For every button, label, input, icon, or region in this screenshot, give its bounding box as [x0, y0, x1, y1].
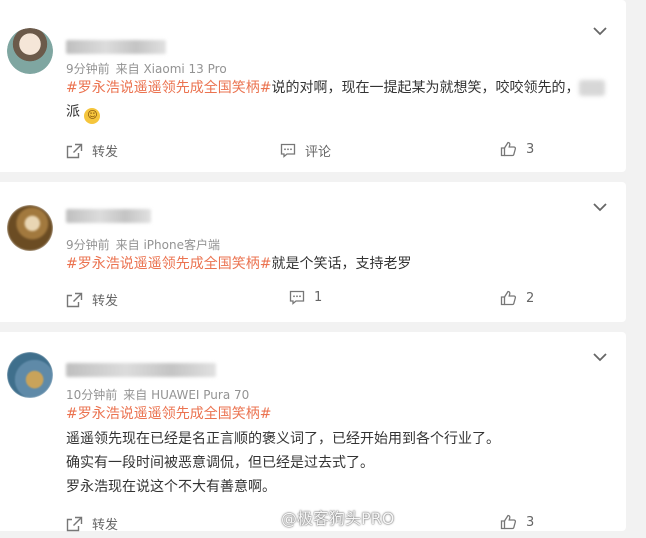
repost-button[interactable]: 转发 [66, 141, 118, 160]
post-meta: 10分钟前 来自 HUAWEI Pura 70 [66, 386, 249, 403]
weibo-logo-icon [258, 510, 276, 525]
chevron-down-icon[interactable] [592, 25, 608, 37]
like-button[interactable]: 3 [500, 141, 534, 157]
username[interactable] [66, 363, 216, 377]
share-icon [66, 143, 83, 158]
repost-label: 转发 [92, 145, 119, 160]
comment-button[interactable]: 评论 [280, 141, 331, 160]
like-count: 3 [526, 514, 535, 530]
post-time: 10分钟前 [66, 388, 118, 402]
post-text: 就是个笑话，支持老罗 [271, 256, 412, 272]
comment-count: 1 [314, 290, 323, 305]
action-bar: 转发 1 2 [0, 290, 626, 314]
share-icon [66, 516, 83, 531]
blurred-text [579, 80, 606, 96]
username[interactable] [66, 40, 166, 54]
repost-button[interactable]: 转发 [66, 290, 118, 309]
like-count: 3 [526, 141, 535, 157]
comment-icon [289, 290, 305, 305]
topic-link[interactable]: #罗永浩说遥遥领先成全国笑柄# [66, 80, 271, 96]
thumbs-up-icon [500, 290, 517, 306]
watermark-text: @极客狗头PRO [281, 509, 395, 528]
topic-link[interactable]: #罗永浩说遥遥领先成全国笑柄# [66, 256, 271, 272]
chevron-down-icon[interactable] [592, 201, 608, 213]
post-source: 来自 iPhone客户端 [115, 238, 220, 252]
comment-icon [280, 143, 296, 158]
thumbs-up-icon [500, 514, 517, 530]
comment-card: 10分钟前 来自 HUAWEI Pura 70 #罗永浩说遥遥领先成全国笑柄# 遥… [0, 332, 626, 533]
avatar[interactable] [7, 352, 53, 398]
repost-label: 转发 [92, 518, 119, 533]
post-meta: 9分钟前 来自 Xiaomi 13 Pro [66, 60, 227, 77]
comment-card: 9分钟前 来自 Xiaomi 13 Pro #罗永浩说遥遥领先成全国笑柄#说的对啊… [0, 0, 626, 172]
username[interactable] [66, 209, 151, 223]
post-source: 来自 HUAWEI Pura 70 [123, 388, 250, 402]
post-text-line2: 派 [66, 104, 80, 120]
like-button[interactable]: 3 [500, 514, 534, 530]
post-content: #罗永浩说遥遥领先成全国笑柄# 遥遥领先现在已经是名正言顺的褒义词了，已经开始用… [66, 402, 611, 499]
repost-button[interactable]: 转发 [66, 514, 118, 533]
post-text-line: 遥遥领先现在已经是名正言顺的褒义词了，已经开始用到各个行业了。 [66, 431, 500, 447]
post-source: 来自 Xiaomi 13 Pro [115, 62, 227, 76]
avatar[interactable] [7, 28, 53, 74]
post-content: #罗永浩说遥遥领先成全国笑柄#就是个笑话，支持老罗 [66, 252, 611, 276]
post-time: 9分钟前 [66, 62, 110, 76]
repost-label: 转发 [92, 294, 119, 309]
watermark: @极客狗头PRO [258, 505, 394, 529]
post-time: 9分钟前 [66, 238, 110, 252]
post-text-line: 确实有一段时间被恶意调侃，但已经是过去式了。 [66, 455, 374, 471]
share-icon [66, 292, 83, 307]
laughing-emoji-icon: ☺ [84, 108, 101, 124]
post-content: #罗永浩说遥遥领先成全国笑柄#说的对啊，现在一提起某为就想笑，咬咬领先的， 派 … [66, 76, 611, 124]
chevron-down-icon[interactable] [592, 351, 608, 363]
comment-button[interactable]: 1 [289, 290, 322, 305]
avatar[interactable] [7, 205, 53, 251]
comment-label: 评论 [305, 145, 332, 160]
action-bar: 转发 评论 3 [0, 141, 626, 165]
post-text: 说的对啊，现在一提起某为就想笑，咬咬领先的， [271, 80, 580, 96]
post-text-line: 罗永浩现在说这个不大有善意啊。 [66, 479, 276, 495]
thumbs-up-icon [500, 141, 517, 157]
comment-card: 9分钟前 来自 iPhone客户端 #罗永浩说遥遥领先成全国笑柄#就是个笑话，支持… [0, 182, 626, 322]
post-meta: 9分钟前 来自 iPhone客户端 [66, 236, 220, 253]
like-count: 2 [526, 290, 535, 306]
like-button[interactable]: 2 [500, 290, 534, 306]
topic-link[interactable]: #罗永浩说遥遥领先成全国笑柄# [66, 402, 611, 426]
